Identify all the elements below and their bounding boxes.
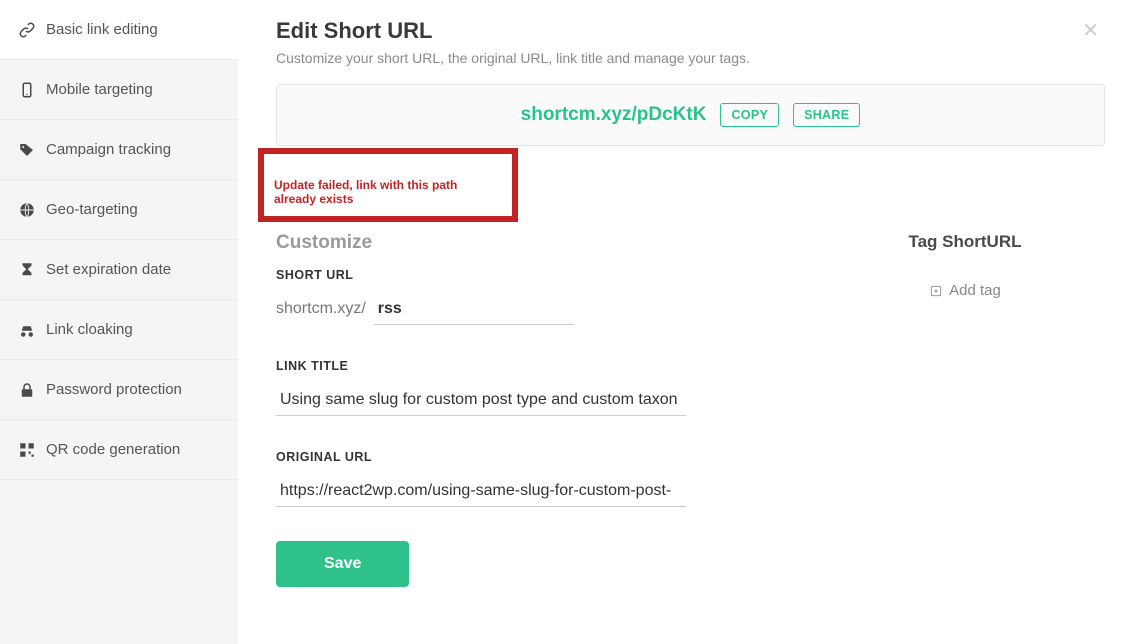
sidebar-item-label: QR code generation [46, 441, 180, 458]
globe-icon [18, 201, 46, 219]
incognito-icon [18, 321, 46, 339]
sidebar-item-label: Geo-targeting [46, 201, 138, 218]
sidebar-item-label: Campaign tracking [46, 141, 171, 158]
lock-icon [18, 381, 46, 399]
sidebar: Basic link editing Mobile targeting Camp… [0, 0, 238, 644]
sidebar-item-qr-code-generation[interactable]: QR code generation [0, 420, 238, 480]
sidebar-item-campaign-tracking[interactable]: Campaign tracking [0, 120, 238, 180]
domain-prefix: shortcm.xyz/ [276, 300, 366, 318]
sidebar-item-link-cloaking[interactable]: Link cloaking [0, 300, 238, 360]
share-button[interactable]: SHARE [793, 103, 860, 127]
sidebar-item-basic-link-editing[interactable]: Basic link editing [0, 0, 238, 60]
qr-icon [18, 441, 46, 459]
link-title-input[interactable] [276, 385, 686, 416]
customize-heading: Customize [276, 232, 765, 254]
slug-input[interactable] [374, 294, 574, 325]
sidebar-item-label: Link cloaking [46, 321, 133, 338]
mobile-icon [18, 81, 46, 99]
sidebar-item-mobile-targeting[interactable]: Mobile targeting [0, 60, 238, 120]
page-subtitle: Customize your short URL, the original U… [276, 50, 1105, 66]
sidebar-item-label: Basic link editing [46, 21, 158, 38]
original-url-input[interactable] [276, 476, 686, 507]
copy-button[interactable]: COPY [720, 103, 779, 127]
sidebar-item-password-protection[interactable]: Password protection [0, 360, 238, 420]
link-icon [18, 21, 46, 39]
short-url-text: shortcm.xyz/pDcKtK [521, 104, 707, 126]
save-button[interactable]: Save [276, 541, 409, 587]
link-title-label: LINK TITLE [276, 359, 765, 373]
sidebar-item-label: Mobile targeting [46, 81, 153, 98]
add-tag-button[interactable]: Add tag [825, 282, 1105, 299]
original-url-label: ORIGINAL URL [276, 450, 765, 464]
sidebar-item-label: Password protection [46, 381, 182, 398]
error-callout: Update failed, link with this path alrea… [258, 148, 518, 222]
page-title: Edit Short URL [276, 18, 1105, 44]
error-message: Update failed, link with this path alrea… [274, 178, 502, 206]
plus-square-icon [929, 284, 943, 298]
customize-column: Customize SHORT URL shortcm.xyz/ LINK TI… [276, 232, 765, 587]
tag-icon [18, 141, 46, 159]
sidebar-item-set-expiration-date[interactable]: Set expiration date [0, 240, 238, 300]
add-tag-label: Add tag [949, 282, 1001, 299]
close-icon[interactable]: ✕ [1082, 18, 1099, 43]
sidebar-item-label: Set expiration date [46, 261, 171, 278]
tag-column: Tag ShortURL Add tag [825, 232, 1105, 587]
tag-heading: Tag ShortURL [825, 232, 1105, 252]
main-panel: ✕ Edit Short URL Customize your short UR… [238, 0, 1127, 644]
hourglass-icon [18, 261, 46, 279]
short-url-label: SHORT URL [276, 268, 765, 282]
short-url-display-box: shortcm.xyz/pDcKtK COPY SHARE [276, 84, 1105, 146]
sidebar-item-geo-targeting[interactable]: Geo-targeting [0, 180, 238, 240]
